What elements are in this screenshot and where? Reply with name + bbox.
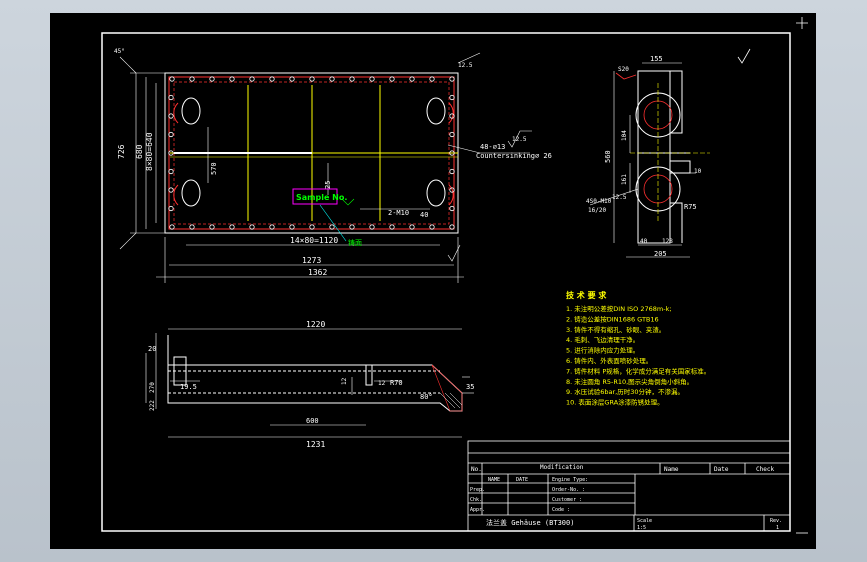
tb-no: No. — [471, 466, 482, 473]
cad-viewer-background: 1362 1273 14×80=1120 726 680 8×80=640 57… — [0, 0, 867, 562]
side-thread-note: 4S0-M10 — [586, 198, 612, 205]
tb-chk: Chk. — [470, 497, 482, 503]
tb-engine-type: Engine Type: — [552, 477, 588, 483]
plan-view: 1362 1273 14×80=1120 726 680 8×80=640 57… — [114, 48, 552, 283]
tb-date: Date — [714, 466, 729, 473]
opening-top-left — [181, 97, 201, 125]
side-finish: 12.5 — [612, 194, 627, 201]
tb-name2: NAME — [488, 477, 500, 483]
tb-modification: Modification — [540, 464, 584, 471]
side-dim-10: 10 — [694, 168, 702, 175]
dim-570: 570 — [210, 162, 218, 175]
side-dim-155: 155 — [650, 55, 663, 63]
sec-dim-270: 270 — [149, 382, 156, 393]
dim-1362: 1362 — [308, 268, 327, 277]
finish-12-5a: 12.5 — [512, 136, 527, 143]
dim-1273: 1273 — [302, 256, 321, 265]
side-dim-560: 560 — [604, 150, 612, 163]
side-depth-note: 16/20 — [588, 207, 606, 214]
tb-date2: DATE — [516, 477, 528, 483]
side-dim-r75: R75 — [684, 203, 697, 211]
section-view: 1220 1231 600 20 19.5 12 12 R70 35 80° 2… — [145, 320, 474, 449]
side-dim-161: 161 — [621, 174, 628, 185]
tech-req-item: 4. 毛刺、飞边清理干净。 — [566, 335, 639, 344]
sec-dim-12a: 12 — [341, 377, 348, 385]
side-dim-128: 128 — [662, 238, 673, 245]
tb-customer: Customer : — [552, 497, 582, 503]
tb-appr: Appr. — [470, 507, 485, 513]
tech-req-item: 6. 铸件内、外表面喷砂处理。 — [566, 356, 652, 365]
sec-dim-20: 20 — [148, 345, 156, 353]
dim-680: 680 — [135, 144, 144, 159]
drawing-canvas: 1362 1273 14×80=1120 726 680 8×80=640 57… — [101, 17, 808, 534]
tech-req-item: 3. 铸件不得有缩孔、砂眼、夹渣。 — [566, 325, 665, 334]
technical-requirements: 技 术 要 求 1. 未注明公差按DIN ISO 2768m-k;2. 铸造公差… — [566, 290, 710, 407]
opening-bottom-left — [181, 179, 201, 207]
tb-name: Name — [664, 466, 679, 473]
tb-drawing-title: 法兰盖 Gehäuse (BT300) — [486, 518, 574, 527]
tb-check: Check — [756, 466, 774, 473]
countersink-note: Countersinking⌀ 26 — [476, 152, 552, 160]
opening-top-right — [426, 97, 446, 125]
side-dim-40: 40 — [640, 238, 648, 245]
tb-order-no: Order-No. : — [552, 487, 585, 493]
drawing-frame — [101, 32, 791, 532]
dim-25: 25 — [324, 181, 332, 189]
opening-bottom-right — [426, 179, 446, 207]
sec-dim-600: 600 — [306, 417, 319, 425]
dim-40: 40 — [420, 211, 428, 219]
dim-2m10: 2-M10 — [388, 209, 409, 217]
sec-dim-r70: R70 — [390, 379, 403, 387]
sample-tag: Sample No. — [296, 193, 347, 202]
tech-req-item: 2. 铸造公差按DIN1686 GTB16 — [566, 314, 659, 323]
tech-req-item: 8. 未注圆角 R5-R10,图示尖角倒角小斜角。 — [566, 377, 693, 386]
tb-scale-value: 1:5 — [637, 525, 646, 531]
tb-rev-value: 1 — [776, 525, 779, 531]
side-dim-s20: S20 — [618, 66, 629, 73]
side-dim-104: 104 — [621, 130, 628, 141]
side-dim-205: 205 — [654, 250, 667, 258]
tech-req-item: 1. 未注明公差按DIN ISO 2768m-k; — [566, 304, 672, 313]
finish-12-5b: 12.5 — [458, 62, 473, 69]
tb-scale-label: Scale — [637, 518, 652, 524]
tech-req-item: 5. 进行消除内应力处理。 — [566, 346, 639, 355]
sec-dim-1231: 1231 — [306, 440, 325, 449]
tech-req-item: 7. 铸件材料 P规格，化学成分满足有关国家标准。 — [566, 366, 710, 375]
dim-14x80: 14×80=1120 — [290, 236, 338, 245]
corner-mark-top — [796, 17, 808, 29]
title-block: No. Modification Name Date Check NAME DA… — [467, 440, 791, 532]
drawing-sheet[interactable]: 1362 1273 14×80=1120 726 680 8×80=640 57… — [50, 13, 816, 549]
dim-726: 726 — [117, 144, 126, 159]
sec-dim-35: 35 — [466, 383, 474, 391]
tb-rev-label: Rev. — [770, 518, 782, 524]
tb-code: Code : — [552, 507, 570, 513]
hole-note: 48-⌀13 — [480, 143, 505, 151]
sec-dim-80: 80° — [420, 393, 433, 401]
sec-dim-1220: 1220 — [306, 320, 325, 329]
tech-req-item: 9. 水压试验6bar,历时30分钟，不渗漏。 — [566, 387, 684, 396]
roughness-symbol-icon — [737, 48, 751, 64]
sec-dim-12b: 12 — [378, 380, 386, 387]
dim-8x80: 8×80=640 — [145, 132, 154, 171]
tech-req-title: 技 术 要 求 — [566, 290, 607, 300]
sec-dim-19-5: 19.5 — [180, 383, 197, 391]
angle-45: 45° — [114, 48, 125, 55]
tech-req-item: 10. 表面涂层GRA涂漆防锈处理。 — [566, 398, 664, 407]
side-view: 155 560 104 161 10 R75 40 128 205 S20 4S… — [586, 55, 710, 258]
casting-tag: 铸面 — [348, 238, 362, 247]
sec-dim-222: 222 — [149, 400, 156, 411]
tb-prep: Prep. — [470, 487, 485, 493]
